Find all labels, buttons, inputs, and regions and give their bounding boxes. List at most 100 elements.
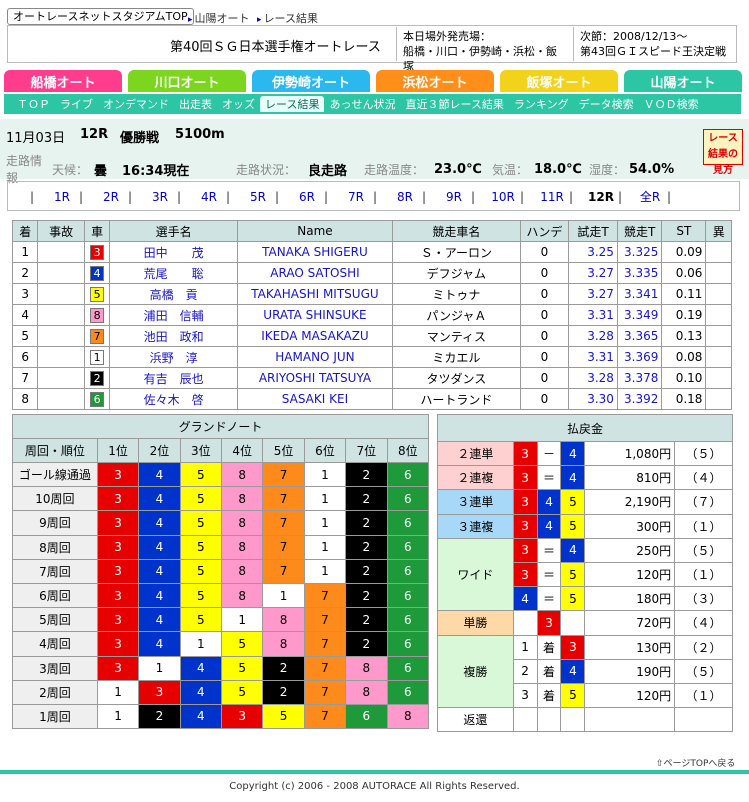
payout-popularity: （５） xyxy=(674,440,733,467)
track-temp-value: 23.0℃ xyxy=(434,161,482,177)
accident-cell xyxy=(37,325,85,347)
weather-value: 曇 xyxy=(94,163,108,179)
anomaly-cell xyxy=(705,346,732,368)
payout-car-cell: 4 xyxy=(536,513,562,539)
venue-tab[interactable]: 飯塚オート xyxy=(500,70,618,92)
race-nav-link[interactable]: 5R xyxy=(241,190,275,204)
lap-position-cell: 7 xyxy=(303,607,347,633)
venue-tab[interactable]: 川口オート xyxy=(128,70,246,92)
subnav-item[interactable]: ライブ xyxy=(55,96,98,112)
outside-sales: 本日場外発売場： 船橋・川口・伊勢崎・浜松・飯塚 xyxy=(396,27,572,73)
rider-name-en[interactable]: TAKAHASHI MITSUGU xyxy=(251,287,378,301)
lap-position-cell: 1 xyxy=(303,461,347,488)
rider-name[interactable]: 浦田 信輔 xyxy=(144,309,204,323)
handicap: 0 xyxy=(540,245,549,259)
rider-name-en[interactable]: URATA SHINSUKE xyxy=(263,308,366,322)
start-timing-cell: 0.10 xyxy=(661,367,707,389)
subnav-item[interactable]: ＴＯＰ xyxy=(12,96,55,112)
lap-position-cell: 8 xyxy=(220,534,264,560)
rider-name-en[interactable]: IKEDA MASAKAZU xyxy=(261,329,369,343)
rider-name-en[interactable]: HAMANO JUN xyxy=(275,350,354,364)
next-event-name[interactable]: 第43回ＧＩスピード王決定戦 xyxy=(580,44,727,59)
start-timing: 0.06 xyxy=(675,266,703,280)
rider-name-cell: 浦田 信輔 xyxy=(109,304,238,326)
rider-name[interactable]: 池田 政和 xyxy=(144,330,204,344)
rider-name-en[interactable]: SASAKI KEI xyxy=(282,392,348,406)
subnav-item[interactable]: オッズ xyxy=(217,96,260,112)
lap-label: 5周回 xyxy=(12,607,98,633)
payout-popularity: （５） xyxy=(674,658,733,684)
lap-position-cell: 8 xyxy=(345,655,388,681)
rider-name[interactable]: 浜野 淳 xyxy=(150,351,198,365)
bike-name: パンジャＡ xyxy=(426,308,487,323)
grand-note-row: 10周回 3 4 5 8 7 1 2 6 xyxy=(12,486,430,512)
rider-name-en[interactable]: ARIYOSHI TATSUYA xyxy=(259,371,371,385)
venue-tab[interactable]: 浜松オート xyxy=(376,70,494,92)
subnav-item[interactable]: あっせん状況 xyxy=(324,96,400,112)
place-suffix: 着 xyxy=(536,682,562,709)
track-state-label: 走路状況： xyxy=(236,162,297,177)
rider-name-en[interactable]: TANAKA SHIGERU xyxy=(262,245,368,259)
subnav-item[interactable]: 出走表 xyxy=(174,96,217,112)
rider-name[interactable]: 高橋 貢 xyxy=(150,288,198,302)
race-nav-link[interactable]: 6R xyxy=(290,190,324,204)
handicap-cell: 0 xyxy=(519,262,570,284)
car-number-badge: 3 xyxy=(90,244,105,260)
breadcrumb-venue[interactable]: 山陽オート xyxy=(195,12,250,25)
subnav-item[interactable]: データ検索 xyxy=(574,96,639,112)
payout-car-cell: 4 xyxy=(560,537,586,563)
race-nav-link[interactable]: 10R xyxy=(486,190,520,204)
race-nav-link[interactable]: 3R xyxy=(143,190,177,204)
lap-position-cell: 1 xyxy=(303,510,347,536)
accident-cell xyxy=(37,262,85,284)
subnav-item[interactable]: 直近３節レース結果 xyxy=(400,96,508,112)
subnav-item[interactable]: ランキング xyxy=(509,96,574,112)
result-guide-button[interactable]: レース結果の見方 xyxy=(703,129,743,176)
race-nav-separator: | xyxy=(79,189,84,204)
lap-position-cell: 8 xyxy=(386,703,430,730)
venue-tab[interactable]: 山陽オート xyxy=(624,70,742,92)
payout-car-cell: 3 xyxy=(560,634,586,660)
net-stadium-top-button[interactable]: オートレースネットスタジアムTOP xyxy=(7,8,194,25)
race-nav-link[interactable]: 7R xyxy=(339,190,373,204)
rider-name-en[interactable]: ARAO SATOSHI xyxy=(270,266,359,280)
subnav-item[interactable]: オンデマンド xyxy=(98,96,174,112)
rider-name-cell: 浜野 淳 xyxy=(109,346,238,368)
subnav-item[interactable]: レース結果 xyxy=(260,96,325,112)
payout-popularity: （１） xyxy=(674,513,733,539)
race-nav-link[interactable]: 全R xyxy=(633,188,667,205)
race-nav-link[interactable]: 1R xyxy=(45,190,79,204)
rider-name[interactable]: 有吉 辰也 xyxy=(144,372,204,386)
bike-name-cell: Ｓ・アーロン xyxy=(392,241,521,263)
race-nav-link[interactable]: 4R xyxy=(192,190,226,204)
race-nav-link: 12R xyxy=(588,189,614,204)
anomaly-cell xyxy=(705,262,732,284)
accident-cell xyxy=(37,304,85,326)
rider-name[interactable]: 荒尾 聡 xyxy=(144,267,204,281)
page-title: 第40回ＳＧ日本選手権オートレース xyxy=(170,40,381,55)
venue-tab[interactable]: 伊勢崎オート xyxy=(252,70,370,92)
venue-tab[interactable]: 船橋オート xyxy=(4,70,122,92)
payout-amount: 720円 xyxy=(584,610,676,636)
race-nav-separator: | xyxy=(471,189,476,204)
rider-name[interactable]: 佐々木 啓 xyxy=(144,393,204,407)
race-nav-separator: | xyxy=(128,189,133,204)
results-header-cell: Name xyxy=(236,220,394,242)
payout-row: 単勝 3 720円 （４） xyxy=(437,610,733,636)
subnav-item[interactable]: ＶＯＤ検索 xyxy=(639,96,704,112)
page-top-link[interactable]: ⇧ページTOPへ戻る xyxy=(656,756,735,769)
grand-note-header-cell: 6位 xyxy=(303,438,347,463)
car-number-badge: 4 xyxy=(90,265,105,281)
lap-position-cell: 8 xyxy=(262,607,305,633)
payout-separator: ＝ xyxy=(536,586,562,612)
grand-note-header-cell: 3位 xyxy=(179,438,222,463)
lap-position-cell: 6 xyxy=(386,558,430,584)
race-nav-link[interactable]: 9R xyxy=(437,190,471,204)
race-nav-link[interactable]: 11R xyxy=(535,190,569,204)
trial-time-cell: 3.30 xyxy=(568,388,618,410)
rider-name-en-cell: HAMANO JUN xyxy=(236,346,394,368)
rider-name[interactable]: 田中 茂 xyxy=(144,246,204,260)
race-nav-link[interactable]: 2R xyxy=(94,190,128,204)
bike-name: ハートランド xyxy=(420,392,493,407)
race-nav-link[interactable]: 8R xyxy=(388,190,422,204)
